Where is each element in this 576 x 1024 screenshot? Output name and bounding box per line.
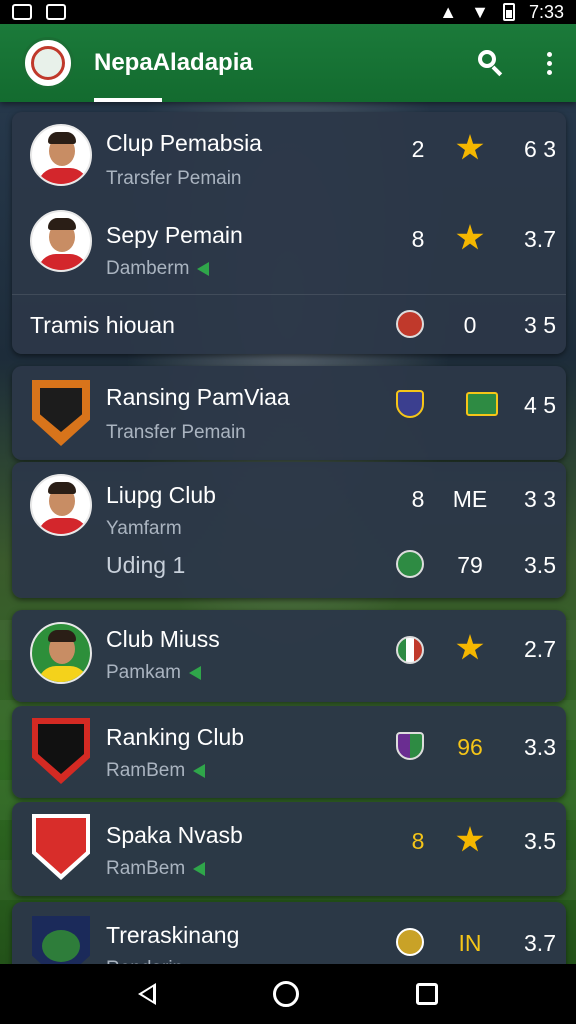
club-badge-icon <box>396 390 424 418</box>
arrow-icon <box>188 665 201 680</box>
item-count: 8 <box>411 226 425 252</box>
club-badge-icon <box>396 732 424 760</box>
recents-button[interactable] <box>415 983 438 1005</box>
tab-indicator <box>94 98 162 102</box>
item-name: Club Miuss <box>106 626 220 652</box>
app-title: NepaAladapia <box>94 49 253 76</box>
item-count: 0 <box>463 312 477 338</box>
club-badge-icon <box>396 310 424 338</box>
status-bar: ▲ ▼ 7:33 <box>0 0 576 24</box>
club-badge-icon <box>396 636 424 664</box>
item-subtitle-text: RamBem <box>106 760 186 781</box>
club-crest-icon <box>32 380 90 446</box>
item-code: ME <box>452 486 488 512</box>
status-time: 7:33 <box>528 1 564 22</box>
search-button[interactable] <box>476 48 506 78</box>
item-name: Liupg Club <box>106 482 216 508</box>
item-name: Spaka Nvasb <box>106 822 243 848</box>
notification-icon <box>12 4 32 20</box>
item-rating: 3 5 <box>524 312 556 338</box>
club-card[interactable]: Clup Pemabsia Trarsfer Pemain 2 6 3 Sepy… <box>12 112 566 354</box>
list-item[interactable]: Uding 1 79 3.5 <box>12 542 566 598</box>
club-badge-icon <box>396 550 424 578</box>
club-card[interactable]: Club Miuss Pamkam 2.7 <box>12 610 566 702</box>
app-logo <box>22 37 74 89</box>
list-item[interactable]: Clup Pemabsia Trarsfer Pemain 2 6 3 <box>12 112 566 204</box>
overflow-menu-button[interactable] <box>544 48 554 78</box>
item-code: IN <box>458 930 482 956</box>
item-code: 96 <box>457 734 483 760</box>
item-subtitle: RamBem <box>106 858 206 880</box>
more-vert-icon <box>546 60 552 66</box>
club-card[interactable]: Ranking Club RamBem 96 3.3 <box>12 706 566 798</box>
item-subtitle-text: Damberm <box>106 258 190 279</box>
club-card[interactable]: Liupg Club Yamfarm 8 ME 3 3 Uding 1 79 3… <box>12 462 566 598</box>
arrow-icon <box>197 261 210 276</box>
league-badge-icon <box>466 392 498 416</box>
item-rating: 6 3 <box>524 136 556 162</box>
item-count: 2 <box>411 136 425 162</box>
player-avatar <box>30 622 92 684</box>
trophy-icon <box>31 46 65 80</box>
item-count: 8 <box>411 828 425 854</box>
item-name: Ransing PamViaa <box>106 384 290 410</box>
club-card[interactable]: Spaka Nvasb RamBem 8 3.5 <box>12 802 566 896</box>
app-bar: NepaAladapia <box>0 24 576 102</box>
player-avatar <box>30 474 92 536</box>
item-rating: 3.7 <box>524 930 556 956</box>
star-icon <box>456 224 484 250</box>
notification-icon <box>46 4 66 20</box>
star-icon <box>456 634 484 660</box>
club-card[interactable]: Ransing PamViaa Transfer Pemain 4 5 <box>12 366 566 460</box>
star-icon <box>456 826 484 852</box>
more-vert-icon <box>546 69 552 75</box>
player-avatar <box>30 124 92 186</box>
back-button[interactable] <box>138 983 157 1005</box>
item-rating: 3.3 <box>524 734 556 760</box>
search-icon-handle <box>491 65 503 77</box>
list-item[interactable]: Liupg Club Yamfarm 8 ME 3 3 <box>12 462 566 542</box>
item-name: Treraskinang <box>106 922 240 948</box>
star-icon <box>456 134 484 160</box>
player-avatar <box>30 210 92 272</box>
club-crest-icon <box>32 718 90 784</box>
item-name: Ranking Club <box>106 724 245 750</box>
signal-icon: ▲ <box>439 1 458 22</box>
item-subtitle-text: Pamkam <box>106 662 181 683</box>
item-rating: 3.5 <box>524 552 556 578</box>
home-button[interactable] <box>272 981 299 1007</box>
item-rating: 4 5 <box>524 392 556 418</box>
item-name: Uding 1 <box>106 552 186 578</box>
list-item[interactable]: Tramis hiouan 0 3 5 <box>12 294 566 354</box>
item-name: Clup Pemabsia <box>106 130 262 156</box>
item-name: Tramis hiouan <box>30 312 175 338</box>
item-subtitle: Pamkam <box>106 662 201 684</box>
wifi-icon: ▼ <box>471 1 489 22</box>
arrow-icon <box>193 861 206 876</box>
system-nav-bar <box>0 964 576 1024</box>
item-subtitle: Yamfarm <box>106 518 182 539</box>
item-subtitle: Damberm <box>106 258 210 280</box>
list-item[interactable]: Sepy Pemain Damberm 8 3.7 <box>12 204 566 292</box>
item-count: 79 <box>457 552 483 578</box>
item-name: Sepy Pemain <box>106 222 243 248</box>
club-badge-icon <box>396 928 424 956</box>
item-subtitle: Trarsfer Pemain <box>106 168 242 189</box>
item-rating: 3.5 <box>524 828 556 854</box>
item-count: 8 <box>411 486 425 512</box>
club-crest-icon <box>32 814 90 880</box>
item-rating: 3.7 <box>524 226 556 252</box>
item-subtitle: RamBem <box>106 760 206 782</box>
arrow-icon <box>193 763 206 778</box>
item-subtitle-text: RamBem <box>106 858 186 879</box>
item-rating: 2.7 <box>524 636 556 662</box>
battery-icon <box>502 3 515 21</box>
more-vert-icon <box>546 51 552 57</box>
item-rating: 3 3 <box>524 486 556 512</box>
item-subtitle: Transfer Pemain <box>106 422 246 443</box>
